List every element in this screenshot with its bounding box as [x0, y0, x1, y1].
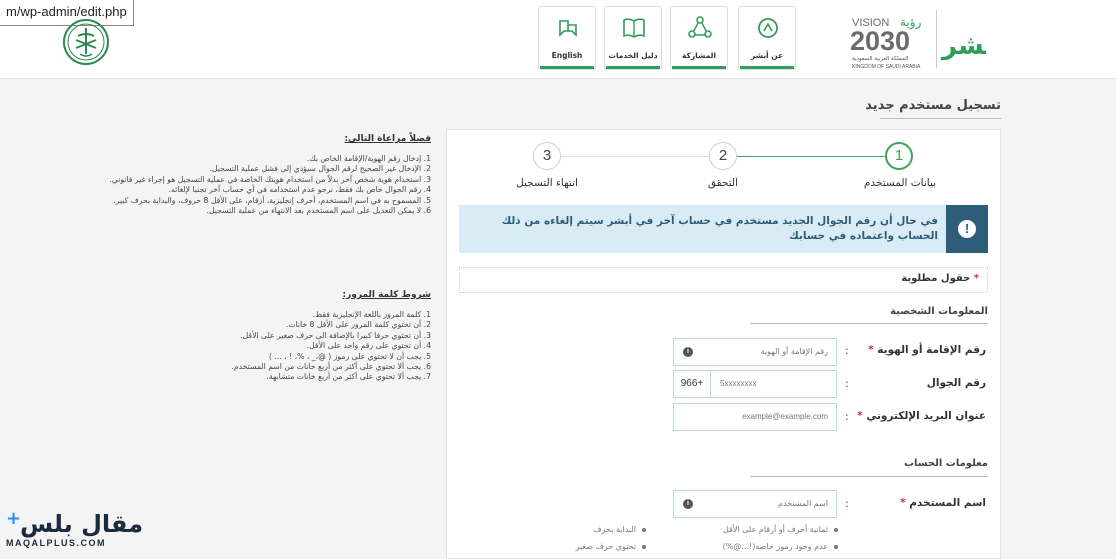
username-hint: ثمانية أحرف أو أرقام على الأقل	[723, 525, 838, 534]
kingdom-en: KINGDOM OF SAUDI ARABIA	[852, 64, 921, 70]
step-connector-active	[737, 156, 885, 157]
step-connector	[561, 156, 709, 157]
nav-label-share: المشاركة	[681, 51, 717, 60]
password-rule-item: 7. يجب ألا تحتوي على أكثر من أربع خانات …	[266, 372, 431, 382]
password-rule-item: 6. يجب ألا تحتوي على أكثر من أربع خانات …	[231, 362, 431, 372]
notes-title: فضلاً مراعاة التالي:	[344, 134, 431, 144]
username-hint: البداية بحرف	[593, 525, 646, 534]
exclamation-icon: !	[958, 220, 976, 238]
watermark-plus: +	[6, 508, 22, 529]
nav-label-english: English	[551, 51, 583, 60]
personal-section-divider	[750, 323, 988, 324]
colon: :	[845, 497, 849, 510]
password-rule-item: 2. أن تحتوي كلمة المرور على الأقل 8 خانا…	[285, 320, 431, 330]
language-icon	[559, 20, 577, 37]
notes-item: 6. لا يمكن التعديل على اسم المستخدم بعد …	[206, 206, 431, 216]
about-absher-button[interactable]: عن أبشر	[738, 6, 796, 70]
absher-brand: أبشر	[940, 28, 986, 61]
nav-active-bar	[606, 66, 660, 69]
mobile-label-text: رقم الجوال	[926, 377, 986, 389]
step-3-label: انتهاء التسجيل	[516, 177, 578, 189]
step-3-circle: 3	[533, 142, 561, 170]
share-button[interactable]: المشاركة	[670, 6, 728, 70]
nav-active-bar	[740, 66, 794, 69]
password-rule-item: 3. أن تحتوي حرفا كبيرا بالإضافة الى حرف …	[240, 330, 431, 340]
required-note-text: * حقول مطلوبة	[901, 273, 979, 284]
notes-item: 3. استخدام هوية شخص آخر بدلاً من استخدام…	[109, 174, 431, 184]
colon: :	[845, 410, 849, 423]
info-icon[interactable]: i	[683, 499, 693, 509]
password-rule-item: 1. كلمة المرور باللغة الإنجليزية فقط.	[312, 310, 431, 319]
bullet-icon	[642, 527, 646, 532]
id-label-text: رقم الإقامة أو الهوية	[877, 344, 986, 356]
share-icon	[688, 16, 712, 38]
username-hint: تحتوي حرف صغير	[576, 542, 646, 551]
absher-vision-logo: VISION رؤية 2030 المملكة العربية السعودي…	[850, 10, 986, 70]
password-rule-item: 4. أن تحتوي على رقم واحد على الأقل.	[306, 341, 431, 351]
nav-label-services: دليل الخدمات	[608, 51, 658, 60]
nav-active-bar	[540, 66, 594, 69]
bullet-icon	[834, 527, 838, 532]
account-section-title: معلومات الحساب	[903, 458, 988, 469]
email-input[interactable]: example@example.com	[673, 403, 837, 431]
country-code: 966+	[674, 371, 711, 397]
id-input[interactable]: رقم الإقامة أو الهوية i	[673, 338, 837, 366]
saudi-emblem-icon	[63, 19, 109, 65]
bullet-icon	[834, 544, 838, 549]
step-1-circle: 1	[885, 142, 913, 170]
required-fields-note: * حقول مطلوبة	[459, 267, 988, 293]
step-2-label: التحقق	[707, 177, 739, 189]
required-star: *	[857, 410, 863, 422]
book-icon	[623, 18, 645, 38]
notes-item: 5. المسموح به في اسم المستخدم، أحرف إنجل…	[113, 195, 431, 205]
username-input[interactable]: اسم المستخدم i	[673, 490, 837, 518]
notes-item: 4. رقم الجوال خاص بك فقط، نرجو عدم استخد…	[168, 185, 431, 195]
info-icon[interactable]: i	[683, 347, 693, 357]
password-rule-item: 5. يجب أن لا تحتوي على رموز ( @،_ ، %، !…	[268, 351, 431, 361]
password-rules-title: شروط كلمة المرور:	[342, 290, 431, 300]
info-alert: ! في حال أن رقم الجوال الجديد مستخدم في …	[459, 205, 988, 253]
about-icon	[758, 18, 778, 38]
required-star: *	[868, 344, 874, 356]
id-placeholder: رقم الإقامة أو الهوية	[760, 347, 828, 356]
alert-text: في حال أن رقم الجوال الجديد مستخدم في حس…	[501, 215, 938, 242]
notes-item: 1. إدخال رقم الهوية/الإقامة الخاص بك.	[306, 154, 431, 163]
email-label-text: عنوان البريد الإلكتروني	[866, 410, 986, 422]
notes-list: 1. إدخال رقم الهوية/الإقامة الخاص بك. 2.…	[61, 154, 431, 216]
alert-icon-box: !	[946, 205, 988, 253]
nav-label-about: عن أبشر	[750, 51, 784, 60]
english-button[interactable]: English	[538, 6, 596, 70]
watermark-sub: MAQALPLUS.COM	[6, 538, 106, 548]
watermark-text: مقال بلس	[20, 510, 144, 538]
email-placeholder: example@example.com	[742, 412, 828, 421]
required-label: حقول مطلوبة	[901, 273, 971, 284]
required-star: *	[900, 497, 906, 509]
nav-active-bar	[672, 66, 726, 69]
required-star: *	[973, 273, 979, 284]
mobile-input[interactable]: 966+ 5xxxxxxxx	[673, 370, 837, 398]
title-divider	[880, 118, 1001, 119]
username-hint: عدم وجود رموز خاصة(!...@%)	[723, 542, 838, 551]
mobile-placeholder: 5xxxxxxxx	[720, 379, 757, 388]
colon: :	[845, 344, 849, 357]
bullet-icon	[642, 544, 646, 549]
kingdom-ar: المملكة العربية السعودية	[852, 55, 909, 62]
personal-section-title: المعلومات الشخصية	[890, 306, 988, 317]
username-label-text: اسم المستخدم	[909, 497, 986, 509]
account-section-divider	[750, 476, 988, 477]
top-header: m/wp-admin/edit.php English دليل الخدمات	[0, 0, 1116, 79]
step-2-circle: 2	[709, 142, 737, 170]
services-guide-button[interactable]: دليل الخدمات	[604, 6, 662, 70]
step-1-label: بيانات المستخدم	[863, 177, 937, 189]
colon: :	[845, 377, 849, 390]
vision-year: 2030	[850, 26, 910, 56]
username-placeholder: اسم المستخدم	[778, 499, 828, 508]
notes-item: 2. الإدخال غير الصحيح لرقم الجوال سيؤدي …	[209, 164, 431, 174]
page-title: تسجيل مستخدم جديد	[865, 98, 1001, 113]
password-rules-list: 1. كلمة المرور باللغة الإنجليزية فقط. 2.…	[61, 310, 431, 383]
